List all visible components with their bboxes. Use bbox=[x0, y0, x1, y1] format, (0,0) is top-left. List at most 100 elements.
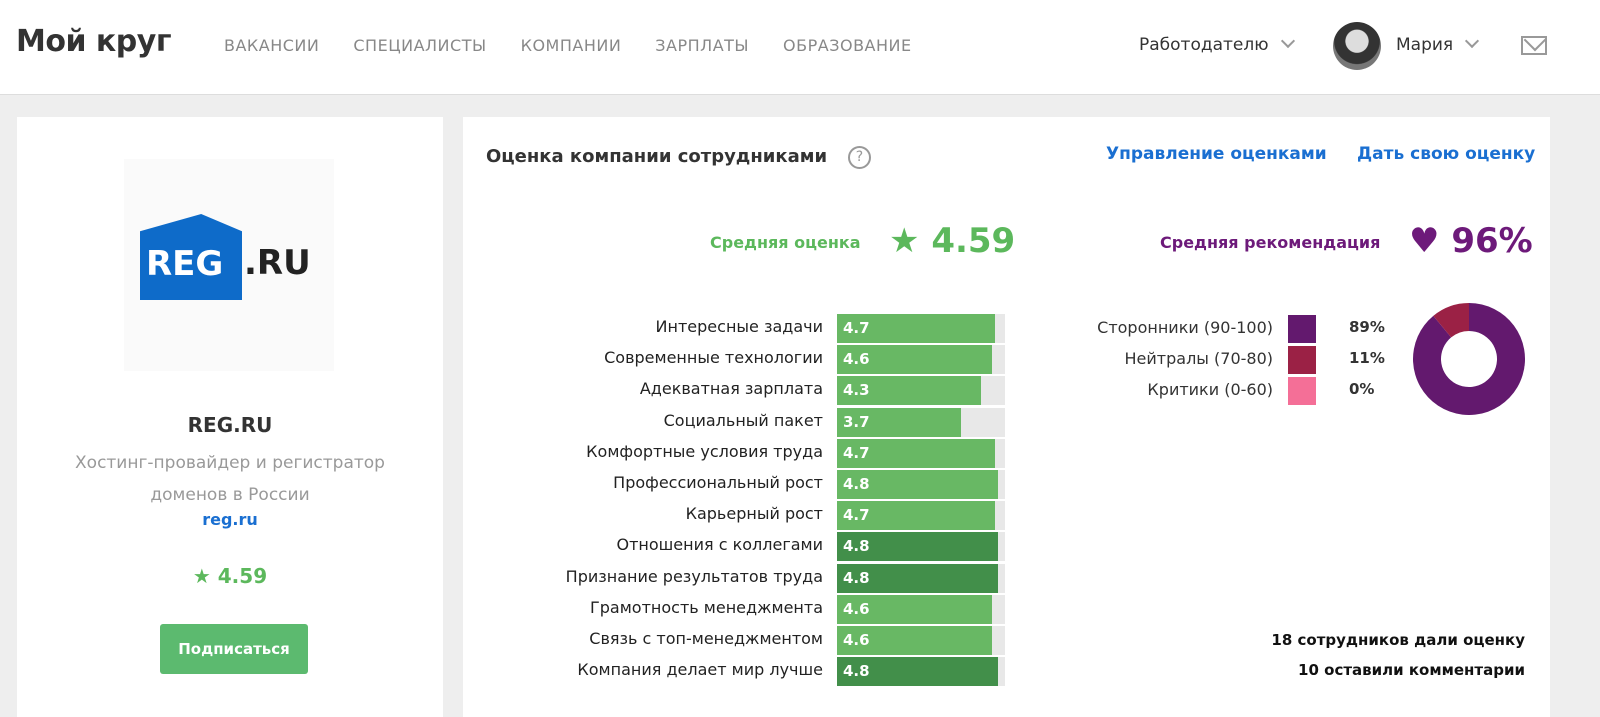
rating-bar-track: 4.6 bbox=[837, 345, 1005, 375]
avatar[interactable] bbox=[1333, 22, 1381, 70]
company-card: REG .RU REG.RU Хостинг-провайдер и регис… bbox=[17, 117, 443, 717]
mail-icon[interactable] bbox=[1521, 36, 1547, 55]
rating-label: Карьерный рост bbox=[685, 504, 823, 524]
rating-row: Связь с топ-менеджментом 4.6 bbox=[463, 625, 1023, 656]
rating-bar-track: 4.7 bbox=[837, 438, 1005, 468]
legend-label: Нейтралы (70-80) bbox=[1124, 349, 1273, 368]
rating-row: Интересные задачи 4.7 bbox=[463, 313, 1023, 344]
rating-bar-track: 4.3 bbox=[837, 376, 1005, 406]
rating-row: Современные технологии 4.6 bbox=[463, 344, 1023, 375]
top-header: Мой круг ВАКАНСИИ СПЕЦИАЛИСТЫ КОМПАНИИ З… bbox=[0, 0, 1600, 95]
company-rating: ★ 4.59 bbox=[17, 564, 443, 588]
give-rating-link[interactable]: Дать свою оценку bbox=[1357, 144, 1535, 164]
reviewers-count: 18 сотрудников дали оценку bbox=[1271, 631, 1525, 649]
nav-companies[interactable]: КОМПАНИИ bbox=[521, 36, 622, 55]
legend-item: Сторонники (90-100) 89% bbox=[1063, 315, 1393, 346]
rating-label: Интересные задачи bbox=[655, 317, 823, 336]
ratings-title: Оценка компании сотрудниками bbox=[486, 146, 828, 167]
legend-percent: 0% bbox=[1349, 380, 1375, 398]
nav-salaries[interactable]: ЗАРПЛАТЫ bbox=[655, 36, 749, 55]
rating-bar: 3.7 bbox=[837, 407, 962, 437]
rating-bar-track: 4.8 bbox=[837, 657, 1005, 687]
rating-label: Связь с топ-менеджментом bbox=[589, 629, 823, 648]
legend-label: Сторонники (90-100) bbox=[1097, 318, 1273, 337]
rating-label: Признание результатов труда bbox=[565, 566, 823, 586]
rating-label: Адекватная зарплата bbox=[639, 379, 823, 399]
company-name: REG.RU bbox=[187, 413, 273, 437]
rating-label: Грамотность менеджмента bbox=[590, 597, 823, 617]
rating-bar: 4.3 bbox=[837, 376, 982, 406]
rating-bar: 4.8 bbox=[837, 470, 999, 499]
rating-value: 4.8 bbox=[843, 662, 870, 681]
rating-row: Социальный пакет 3.7 bbox=[463, 407, 1023, 438]
rating-value: 4.8 bbox=[843, 568, 870, 587]
manage-ratings-link[interactable]: Управление оценками bbox=[1106, 144, 1327, 164]
rating-label: Отношения с коллегами bbox=[616, 535, 823, 555]
legend-item: Критики (0-60) 0% bbox=[1063, 377, 1393, 408]
rating-value: 4.7 bbox=[843, 319, 870, 337]
rating-bar-track: 4.6 bbox=[837, 626, 1005, 655]
rating-bar: 4.6 bbox=[837, 594, 992, 624]
rating-bar: 4.8 bbox=[837, 563, 999, 593]
rating-row: Адекватная зарплата 4.3 bbox=[463, 375, 1023, 406]
heart-icon: ♥ bbox=[1409, 221, 1440, 261]
rating-bar-track: 4.8 bbox=[837, 470, 1005, 499]
rating-bar: 4.6 bbox=[837, 345, 992, 375]
rating-value: 4.7 bbox=[843, 506, 870, 525]
average-rating: ★ 4.59 bbox=[889, 221, 1015, 261]
subscribe-button[interactable]: Подписаться bbox=[160, 624, 308, 674]
rating-bar: 4.6 bbox=[837, 626, 992, 655]
rating-row: Грамотность менеджмента 4.6 bbox=[463, 594, 1023, 625]
rating-row: Комфортные условия труда 4.7 bbox=[463, 438, 1023, 469]
rating-bar: 4.7 bbox=[837, 501, 995, 531]
recommend-donut-chart bbox=[1413, 303, 1525, 415]
reg-logo-mark: REG bbox=[140, 214, 242, 300]
rating-bar-track: 4.7 bbox=[837, 314, 1005, 343]
rating-value: 4.8 bbox=[843, 475, 870, 493]
rating-value: 4.3 bbox=[843, 381, 870, 400]
rating-row: Признание результатов труда 4.8 bbox=[463, 563, 1023, 594]
rating-label: Комфортные условия труда bbox=[586, 441, 823, 461]
ratings-card: Оценка компании сотрудниками ? Управлени… bbox=[463, 117, 1550, 717]
company-rating-value: 4.59 bbox=[217, 564, 268, 588]
site-logo[interactable]: Мой круг bbox=[16, 24, 172, 59]
rating-value: 4.6 bbox=[843, 599, 870, 618]
average-rating-value: 4.59 bbox=[931, 221, 1016, 261]
rating-row: Компания делает мир лучше 4.8 bbox=[463, 656, 1023, 687]
rating-row: Профессиональный рост 4.8 bbox=[463, 469, 1023, 500]
average-recommendation-label: Средняя рекомендация bbox=[1160, 233, 1381, 252]
chevron-down-icon bbox=[1280, 33, 1295, 49]
help-icon[interactable]: ? bbox=[848, 146, 871, 169]
average-rating-label: Средняя оценка bbox=[710, 233, 861, 252]
company-url[interactable]: reg.ru bbox=[17, 510, 443, 529]
rating-bar-track: 4.7 bbox=[837, 501, 1005, 531]
average-recommendation-value: 96% bbox=[1451, 221, 1533, 261]
star-icon: ★ bbox=[889, 221, 920, 261]
rating-value: 4.7 bbox=[843, 443, 870, 462]
legend-percent: 89% bbox=[1349, 318, 1385, 336]
employer-menu[interactable]: Работодателю bbox=[1139, 33, 1295, 55]
star-icon: ★ bbox=[192, 564, 211, 588]
legend-percent: 11% bbox=[1349, 349, 1385, 367]
rating-bar-track: 4.6 bbox=[837, 594, 1005, 624]
user-menu[interactable]: Мария bbox=[1396, 33, 1480, 55]
legend-swatch bbox=[1288, 377, 1316, 405]
rating-value: 4.6 bbox=[843, 350, 870, 369]
nav-education[interactable]: ОБРАЗОВАНИЕ bbox=[783, 36, 912, 55]
legend-swatch bbox=[1288, 315, 1316, 343]
rating-label: Компания делает мир лучше bbox=[577, 660, 823, 680]
chevron-down-icon bbox=[1465, 33, 1480, 49]
rating-bar-track: 4.8 bbox=[837, 532, 1005, 562]
rating-value: 4.8 bbox=[843, 537, 870, 556]
rating-value: 3.7 bbox=[843, 412, 870, 431]
main-nav: ВАКАНСИИ СПЕЦИАЛИСТЫ КОМПАНИИ ЗАРПЛАТЫ О… bbox=[224, 36, 912, 55]
rating-bar: 4.8 bbox=[837, 657, 999, 687]
rating-row: Отношения с коллегами 4.8 bbox=[463, 531, 1023, 562]
nav-specialists[interactable]: СПЕЦИАЛИСТЫ bbox=[353, 36, 486, 55]
nav-vacancies[interactable]: ВАКАНСИИ bbox=[224, 36, 319, 55]
rating-bar-track: 4.8 bbox=[837, 563, 1005, 593]
company-logo: REG .RU bbox=[124, 159, 334, 371]
legend-item: Нейтралы (70-80) 11% bbox=[1063, 346, 1393, 377]
rating-bar-track: 3.7 bbox=[837, 407, 1005, 437]
rating-label: Социальный пакет bbox=[663, 410, 823, 430]
